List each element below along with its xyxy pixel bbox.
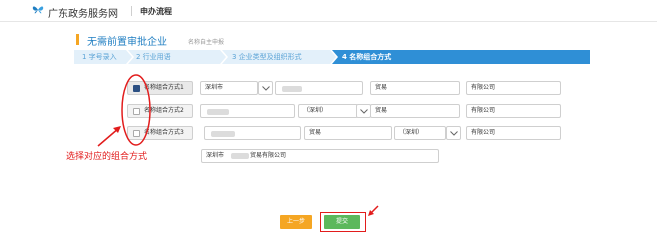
submit-button[interactable]: 提交 [324, 215, 360, 229]
annotation-text: 选择对应的组合方式 [66, 152, 148, 162]
annotation-overlay [97, 74, 379, 216]
annotation-ellipse [121, 74, 151, 146]
prev-button[interactable]: 上一步 [280, 215, 312, 229]
